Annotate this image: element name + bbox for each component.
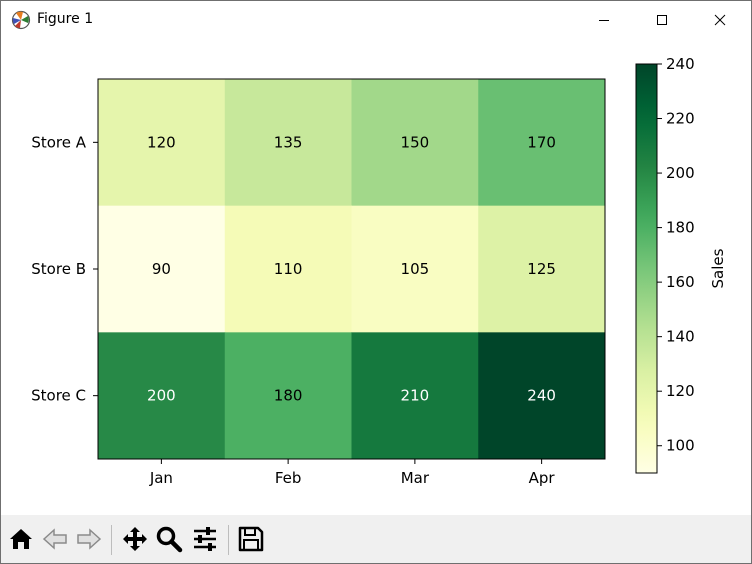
close-icon — [714, 14, 726, 26]
cell-value-label: 125 — [527, 260, 556, 278]
colorbar-tick-label: 240 — [666, 55, 695, 73]
cell-value-label: 240 — [527, 387, 556, 405]
figure-canvas[interactable]: 120 135 150 170 90 110 105 125 200 180 210 240 Jan Fe… — [1, 39, 751, 515]
colorbar-tick-label: 180 — [666, 219, 695, 237]
colorbar — [635, 63, 658, 474]
forward-arrow-icon — [77, 528, 102, 550]
figure-window: Figure 1 120 135 150 170 90 110 105 125 200 180 21… — [0, 0, 752, 564]
y-tick-label: Store A — [31, 133, 86, 151]
cell-value-label: 135 — [274, 133, 303, 151]
save-button[interactable] — [235, 523, 267, 555]
minimize-icon — [599, 20, 609, 21]
home-button[interactable] — [5, 523, 37, 555]
save-disk-icon — [238, 526, 264, 552]
y-tick-label: Store B — [31, 260, 86, 278]
home-icon — [10, 529, 32, 549]
x-tick-label: Feb — [275, 469, 302, 487]
toolbar-separator — [228, 525, 229, 555]
configure-subplots-button[interactable] — [189, 523, 221, 555]
window-title: Figure 1 — [37, 11, 94, 27]
colorbar-tick-label: 120 — [666, 382, 695, 400]
colorbar-tick-label: 200 — [666, 164, 695, 182]
heatmap-chart: 120 135 150 170 90 110 105 125 200 180 210 240 Jan Fe… — [31, 55, 727, 487]
cell-value-label: 120 — [147, 133, 176, 151]
colorbar-tick-label: 160 — [666, 273, 695, 291]
cell-value-label: 210 — [401, 387, 430, 405]
cell-value-label: 180 — [274, 387, 303, 405]
cell-value-label: 150 — [401, 133, 430, 151]
minimize-button[interactable] — [575, 1, 633, 39]
sliders-icon — [194, 527, 216, 551]
colorbar-label: Sales — [709, 248, 727, 288]
cell-value-label: 110 — [274, 260, 303, 278]
navigation-toolbar — [1, 515, 751, 563]
zoom-button[interactable] — [153, 523, 185, 555]
cell-value-label: 170 — [527, 133, 556, 151]
cell-value-label: 200 — [147, 387, 176, 405]
x-tick-label: Mar — [401, 469, 430, 487]
cell-value-label: 90 — [152, 260, 171, 278]
cell-value-label: 105 — [401, 260, 430, 278]
pan-move-icon — [123, 527, 147, 551]
maximize-icon — [657, 15, 667, 25]
colorbar-tick-label: 140 — [666, 328, 695, 346]
close-button[interactable] — [691, 1, 749, 39]
forward-button[interactable] — [73, 523, 105, 555]
back-arrow-icon — [42, 528, 67, 550]
colorbar-tick-label: 100 — [666, 437, 695, 455]
toolbar-separator — [111, 525, 112, 555]
x-tick-label: Apr — [529, 469, 556, 487]
maximize-button[interactable] — [633, 1, 691, 39]
title-bar: Figure 1 — [1, 1, 751, 39]
y-tick-label: Store C — [31, 387, 86, 405]
pan-button[interactable] — [119, 523, 151, 555]
matplotlib-app-icon — [11, 10, 31, 30]
back-button[interactable] — [39, 523, 71, 555]
colorbar-tick-label: 220 — [666, 110, 695, 128]
zoom-magnifier-icon — [156, 526, 183, 553]
x-tick-label: Jan — [149, 469, 173, 487]
